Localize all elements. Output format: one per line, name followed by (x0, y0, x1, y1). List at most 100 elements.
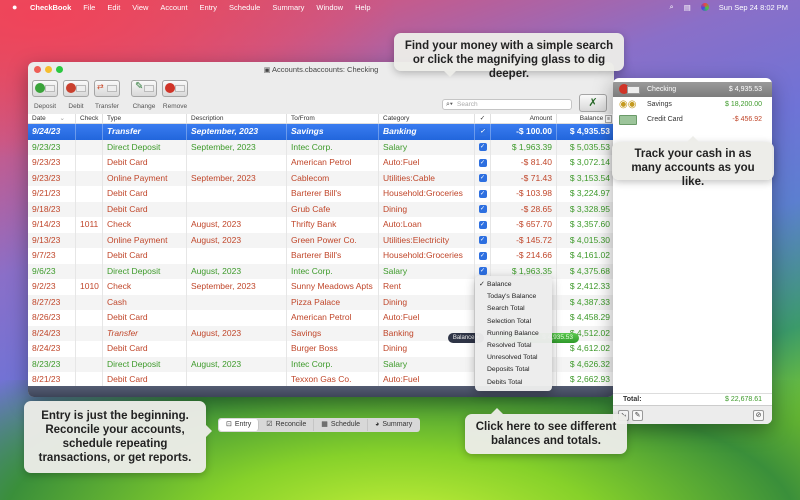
col-check[interactable]: Check (76, 114, 103, 123)
description-cell: August, 2023 (187, 217, 287, 233)
table-row[interactable]: 9/18/23 Debit Card Grub Cafe Dining ✓ -$ 28.6… (28, 201, 614, 217)
description-cell (187, 248, 287, 264)
remove-account-button[interactable]: ⊘ (753, 410, 764, 421)
balance-menu-item[interactable]: Today's Balance (475, 291, 552, 303)
category-cell: Household:Groceries (379, 186, 475, 202)
menu-summary[interactable]: Summary (272, 3, 304, 12)
table-row[interactable]: 9/23/23 Debit Card American Petrol Auto:Fue… (28, 155, 614, 171)
menu-entry[interactable]: Entry (200, 3, 218, 12)
menu-item-label: Selection Total (487, 317, 532, 325)
menu-edit[interactable]: Edit (107, 3, 120, 12)
cleared-cell[interactable]: ✓ (475, 232, 491, 248)
tofrom-cell: Intec Corp. (287, 139, 379, 155)
magnifying-glass-icon[interactable]: ⌕▾ (446, 100, 453, 110)
menu-app[interactable]: CheckBook (30, 3, 71, 12)
description-cell (187, 186, 287, 202)
cleared-cell[interactable]: ✓ (475, 217, 491, 233)
deposit-button[interactable]: Deposit (32, 80, 58, 110)
cleared-checkbox[interactable]: ✓ (478, 236, 487, 245)
balance-tip: Click here to see different balances and… (465, 408, 627, 454)
menu-view[interactable]: View (132, 3, 148, 12)
col-amount[interactable]: Amount (491, 114, 557, 123)
col-type[interactable]: Type (103, 114, 187, 123)
change-button[interactable]: ✎ Change (131, 80, 157, 110)
tab-summary[interactable]: ◕ Summary (368, 419, 419, 431)
account-row-savings[interactable]: ◉◉ Savings $ 18,200.00 (613, 97, 772, 112)
balance-menu-item[interactable]: ✓ Balance (475, 279, 552, 291)
balance-menu-item[interactable]: Selection Total (475, 316, 552, 328)
cleared-checkbox[interactable]: ✓ (478, 251, 487, 260)
account-amount: $ 4,935.53 (728, 86, 762, 93)
cleared-cell[interactable]: ✓ (475, 124, 491, 140)
balance-menu-item[interactable]: Unresolved Total (475, 352, 552, 364)
table-row[interactable]: 9/23/23 Direct Deposit September, 2023 Inte… (28, 139, 614, 155)
cleared-checkbox[interactable]: ✓ (478, 220, 487, 229)
type-cell: Transfer (103, 124, 187, 140)
menu-help[interactable]: Help (355, 3, 370, 12)
cleared-cell[interactable]: ✓ (475, 170, 491, 186)
menu-file[interactable]: File (83, 3, 95, 12)
col-tofrom[interactable]: To/From (287, 114, 379, 123)
balance-menu-item[interactable]: Search Total (475, 303, 552, 315)
cleared-cell[interactable]: ✓ (475, 186, 491, 202)
edit-account-button[interactable]: ✎ (632, 410, 643, 421)
cleared-checkbox[interactable]: ✓ (478, 143, 487, 152)
menu-schedule[interactable]: Schedule (229, 3, 260, 12)
table-row[interactable]: 9/7/23 Debit Card Barterer Bill's Household… (28, 248, 614, 264)
tab-entry[interactable]: ⊡ Entry (219, 419, 260, 431)
tab-schedule[interactable]: ▦ Schedule (314, 419, 369, 431)
cleared-cell[interactable]: ✓ (475, 139, 491, 155)
table-row[interactable]: 9/24/23 Transfer September, 2023 Savings Ban… (28, 124, 614, 140)
remove-button[interactable]: Remove (162, 80, 188, 110)
date-cell: 8/24/23 (28, 341, 76, 357)
table-header: Date ⌄ Check Type Description To/From Ca… (28, 114, 614, 124)
tab-reconcile[interactable]: ☑ Reconcile (259, 419, 315, 431)
transfer-button[interactable]: ⇄ Transfer (94, 80, 120, 110)
control-center-icon[interactable]: ▤ (684, 3, 691, 12)
document-icon: ▣ (263, 67, 271, 74)
col-date[interactable]: Date ⌄ (28, 114, 76, 123)
cleared-cell[interactable]: ✓ (475, 155, 491, 171)
window-title-text: Accounts.cbaccounts: Checking (271, 65, 379, 74)
cleared-checkbox[interactable]: ✓ (478, 174, 487, 183)
search-icon[interactable]: ⌕ (669, 2, 673, 12)
table-row[interactable]: 9/23/23 Online Payment September, 2023 Cabl… (28, 170, 614, 186)
balance-menu-item[interactable]: Deposits Total (475, 364, 552, 376)
category-cell: Utilities:Electricity (379, 232, 475, 248)
cleared-checkbox[interactable]: ✓ (478, 205, 487, 214)
balance-menu-item[interactable]: Debits Total (475, 377, 552, 389)
cleared-checkbox[interactable]: ✓ (478, 127, 487, 136)
check-cell: 1011 (76, 217, 103, 233)
account-row-credit-card[interactable]: Credit Card -$ 456.92 (613, 112, 772, 127)
col-balance[interactable]: Balance ≡ (557, 114, 614, 123)
cleared-cell[interactable]: ✓ (475, 248, 491, 264)
account-name: Credit Card (647, 116, 683, 123)
debit-button[interactable]: Debit (63, 80, 89, 110)
check-cell (76, 232, 103, 248)
check-cell: 1010 (76, 279, 103, 295)
cleared-cell[interactable]: ✓ (475, 201, 491, 217)
table-row[interactable]: 9/14/23 1011 Check August, 2023 Thrifty Bank… (28, 217, 614, 233)
cleared-checkbox[interactable]: ✓ (478, 158, 487, 167)
table-row[interactable]: 9/21/23 Debit Card Barterer Bill's Househol… (28, 186, 614, 202)
search-input[interactable]: ⌕▾ Search (442, 99, 572, 110)
col-cleared[interactable]: ✓ (475, 114, 491, 123)
account-row-checking[interactable]: Checking $ 4,935.53 (613, 82, 772, 97)
apple-menu-icon[interactable]: ● (12, 2, 22, 12)
cleared-checkbox[interactable]: ✓ (478, 189, 487, 198)
clock[interactable]: Sun Sep 24 8:02 PM (719, 3, 788, 12)
cleared-checkbox[interactable]: ✓ (478, 267, 487, 276)
table-row[interactable]: 9/13/23 Online Payment August, 2023 Green P… (28, 232, 614, 248)
col-description[interactable]: Description (187, 114, 287, 123)
type-cell: Direct Deposit (103, 139, 187, 155)
menu-window[interactable]: Window (316, 3, 343, 12)
col-category[interactable]: Category (379, 114, 475, 123)
balance-menu-item[interactable]: Running Balance (475, 328, 552, 340)
menu-account[interactable]: Account (160, 3, 187, 12)
balance-menu-item[interactable]: Resolved Total (475, 340, 552, 352)
siri-icon[interactable] (700, 3, 709, 11)
accounts-button[interactable]: ✗ (579, 94, 607, 112)
column-options-icon[interactable]: ≡ (605, 115, 612, 123)
category-cell: Rent (379, 279, 475, 295)
date-cell: 9/18/23 (28, 201, 76, 217)
